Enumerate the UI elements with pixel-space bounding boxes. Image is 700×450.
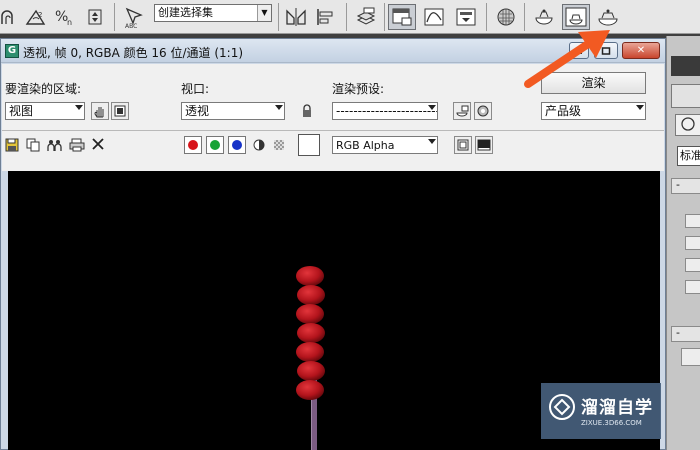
material-editor-icon[interactable] [492, 4, 520, 30]
rendered-frame-icon[interactable] [562, 4, 590, 30]
object-button-4[interactable] [685, 280, 700, 294]
object-button-2[interactable] [685, 236, 700, 250]
candy-ball [296, 342, 324, 362]
object-button-1[interactable] [685, 214, 700, 228]
clone-frame-window-icon[interactable] [47, 138, 63, 155]
preset-value: ------------------------- [336, 104, 438, 118]
color-swatch[interactable] [298, 134, 320, 156]
chevron-down-icon [75, 105, 83, 110]
watermark-logo-icon [549, 394, 575, 420]
candy-ball [296, 266, 324, 286]
create-tab[interactable] [671, 84, 700, 108]
chevron-down-icon [428, 105, 436, 110]
named-selection-text: 创建选择集 [158, 6, 213, 19]
render-production-icon[interactable] [594, 4, 622, 30]
save-image-icon[interactable] [5, 138, 19, 155]
app-icon: G [5, 44, 19, 58]
watermark: 溜溜自学 ZIXUE.3D66.COM [541, 383, 661, 439]
auto-region-button[interactable] [111, 102, 129, 120]
layer-manager-icon[interactable] [352, 4, 380, 30]
snaps-toggle-icon[interactable]: 2 [22, 4, 50, 30]
clear-icon[interactable] [91, 137, 105, 154]
blue-channel-icon [232, 140, 242, 150]
mirror-icon[interactable] [282, 4, 310, 30]
viewport-label: 视口: [181, 82, 210, 96]
window-title: 透视, 帧 0, RGBA 颜色 16 位/通道 (1:1) [23, 46, 244, 60]
color-swatch[interactable] [681, 348, 700, 366]
toggle-ui-overlay-icon[interactable] [454, 136, 472, 154]
red-channel-toggle[interactable] [184, 136, 202, 154]
render-mode-dropdown[interactable]: 产品级 [541, 102, 646, 120]
curve-editor-icon[interactable] [420, 4, 448, 30]
align-icon[interactable] [312, 4, 340, 30]
channel-display-dropdown[interactable]: RGB Alpha [332, 136, 438, 154]
area-label: 要渲染的区域: [5, 82, 82, 96]
render-mode-value: 产品级 [545, 104, 582, 118]
schematic-view-icon[interactable] [452, 4, 480, 30]
geometry-button[interactable] [675, 114, 700, 136]
chevron-down-icon [428, 139, 436, 144]
viewport-value: 透视 [185, 104, 210, 118]
object-button-3[interactable] [685, 258, 700, 272]
area-value: 视图 [9, 104, 34, 118]
render-preset-dropdown[interactable]: ------------------------- [332, 102, 438, 120]
render-frame-window-icon[interactable] [530, 4, 558, 30]
viewport-dropdown[interactable]: 透视 [181, 102, 285, 120]
channel-display-value: RGB Alpha [336, 139, 395, 152]
rollout-object-type[interactable]: - [671, 178, 700, 194]
svg-text:ABC: ABC [125, 23, 137, 29]
render-setup-icon[interactable] [388, 4, 416, 30]
monochrome-icon[interactable] [274, 140, 284, 150]
candy-ball [297, 323, 325, 343]
preset-label: 渲染预设: [332, 82, 385, 96]
candy-ball [296, 304, 324, 324]
blue-channel-toggle[interactable] [228, 136, 246, 154]
edit-region-button[interactable] [91, 102, 109, 120]
lock-icon[interactable] [298, 102, 316, 120]
alpha-channel-icon[interactable] [253, 139, 265, 154]
percent-snap-icon[interactable]: % n [52, 4, 80, 30]
copy-image-icon[interactable] [26, 138, 40, 155]
render-setup-small-icon[interactable] [453, 102, 471, 120]
candy-ball [297, 361, 325, 381]
print-image-icon[interactable] [69, 138, 85, 155]
green-channel-icon [210, 140, 220, 150]
rollout-name-color[interactable]: - [671, 326, 700, 342]
chevron-down-icon: ▼ [257, 5, 271, 21]
toggle-ui-icon[interactable] [475, 136, 493, 154]
watermark-subtitle: ZIXUE.3D66.COM [581, 419, 642, 427]
command-panel-header [671, 56, 700, 76]
area-to-render-dropdown[interactable]: 视图 [5, 102, 85, 120]
spinner-snap-icon[interactable] [82, 4, 110, 30]
close-button[interactable]: ✕ [622, 42, 660, 59]
pan-view-icon[interactable] [0, 4, 18, 30]
candy-ball [296, 380, 324, 400]
red-channel-icon [188, 140, 198, 150]
environment-effects-icon[interactable] [474, 102, 492, 120]
svg-text:2: 2 [38, 11, 42, 19]
watermark-title: 溜溜自学 [581, 398, 653, 418]
svg-text:n: n [67, 18, 72, 27]
chevron-down-icon [636, 105, 644, 110]
annotation-arrow-icon [524, 30, 610, 88]
chevron-down-icon [275, 105, 283, 110]
green-channel-toggle[interactable] [206, 136, 224, 154]
candy-ball [297, 285, 325, 305]
edit-named-selection-icon[interactable]: ABC [122, 4, 150, 30]
command-panel: 标准 - - [666, 36, 700, 450]
named-selection-dropdown[interactable]: 创建选择集 ▼ [154, 4, 272, 22]
object-type-field[interactable]: 标准 [677, 146, 700, 166]
